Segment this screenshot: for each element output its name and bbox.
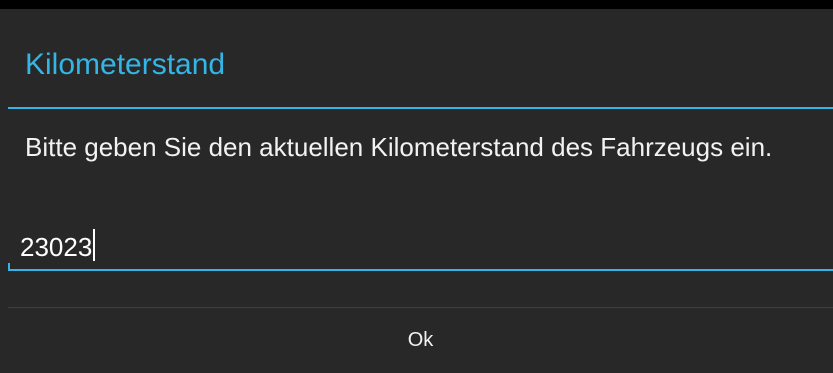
- title-divider: [8, 107, 833, 109]
- ok-button-label: Ok: [407, 329, 434, 351]
- ok-button[interactable]: Ok: [8, 308, 833, 373]
- input-underline-tick: [8, 263, 10, 271]
- mileage-input-value: 23023: [20, 232, 93, 262]
- dialog-message: Bitte geben Sie den aktuellen Kilometers…: [25, 132, 773, 162]
- mileage-input[interactable]: 23023: [8, 221, 833, 271]
- text-cursor: [93, 229, 96, 261]
- input-underline: [8, 269, 833, 271]
- kilometerstand-dialog: Kilometerstand Bitte geben Sie den aktue…: [0, 9, 833, 373]
- dialog-title: Kilometerstand: [25, 48, 226, 81]
- mileage-input-text[interactable]: 23023: [20, 229, 96, 264]
